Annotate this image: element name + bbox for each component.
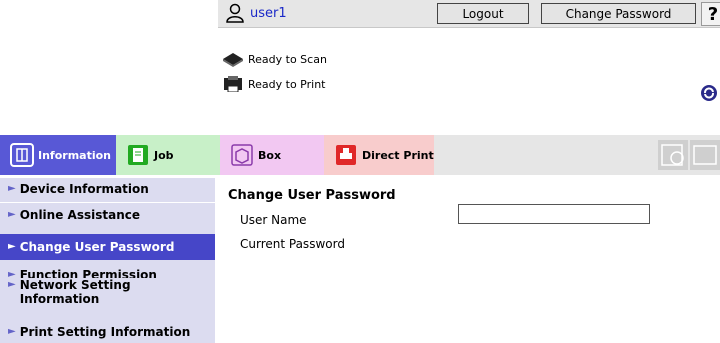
refresh-icon[interactable]: [700, 84, 718, 102]
box-icon: [231, 144, 253, 166]
scan-status-text: Ready to Scan: [248, 52, 327, 66]
arrow-icon: ►: [8, 183, 16, 194]
arrow-icon: ►: [8, 279, 16, 290]
sidebar-item-network-setting-information[interactable]: ► Network Setting Information: [0, 278, 215, 320]
tab-box-label: Box: [258, 148, 282, 162]
logout-button[interactable]: Logout: [437, 3, 529, 24]
tab-direct-print-label: Direct Print: [362, 148, 434, 162]
scanner-icon: [223, 53, 243, 67]
change-password-button[interactable]: Change Password: [541, 3, 696, 24]
current-password-label: Current Password: [240, 237, 345, 251]
arrow-icon: ►: [8, 326, 16, 337]
display-icon[interactable]: [690, 140, 720, 170]
printer-icon: [224, 76, 242, 92]
user-name-link[interactable]: user1: [250, 6, 287, 21]
information-icon: [10, 143, 34, 167]
tab-job[interactable]: Job: [116, 135, 220, 175]
tab-job-label: Job: [154, 148, 174, 162]
arrow-icon: ►: [8, 209, 16, 220]
tab-direct-print[interactable]: Direct Print: [324, 135, 434, 175]
job-icon: [128, 145, 148, 165]
tab-bar: Information Job Box Direct Print: [0, 135, 720, 175]
sidebar-item-device-information[interactable]: ► Device Information: [0, 178, 215, 202]
user-name-label: User Name: [240, 213, 307, 227]
print-status-text: Ready to Print: [248, 77, 326, 91]
sidebar-item-change-user-password[interactable]: ► Change User Password: [0, 234, 215, 260]
tab-information-label: Information: [38, 148, 111, 162]
arrow-icon: ►: [8, 241, 16, 252]
tab-information[interactable]: Information: [0, 135, 116, 175]
direct-print-icon: [336, 145, 356, 165]
help-button[interactable]: ?: [701, 2, 720, 26]
sidebar-item-online-assistance[interactable]: ► Online Assistance: [0, 203, 215, 228]
settings-tool-icon[interactable]: [658, 140, 688, 170]
tab-box[interactable]: Box: [220, 135, 324, 175]
page-title: Change User Password: [228, 188, 396, 203]
sidebar-item-print-setting-information[interactable]: ► Print Setting Information: [0, 322, 215, 343]
user-icon: [226, 3, 244, 23]
printer-status: Ready to Print: [222, 76, 326, 92]
scanner-status: Ready to Scan: [222, 51, 327, 67]
